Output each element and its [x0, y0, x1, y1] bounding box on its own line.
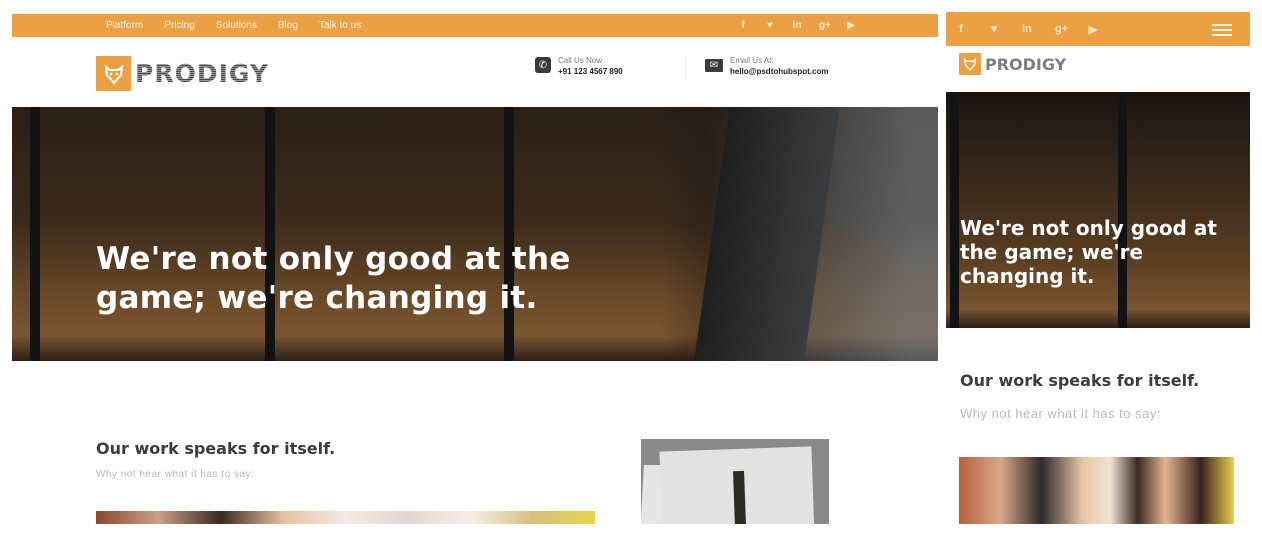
team-photo: [96, 511, 595, 524]
nav-talk-to-us[interactable]: Talk to us: [319, 20, 361, 31]
logo[interactable]: PRODIGY: [96, 56, 269, 91]
mobile-section-subtitle: Why not hear what it has to say:: [960, 406, 1161, 421]
menu-line: [1212, 34, 1232, 36]
hero-title-line: We're not only good at the: [96, 241, 571, 277]
linkedin-icon[interactable]: in: [792, 20, 802, 31]
twitter-icon[interactable]: ♥: [765, 20, 775, 31]
nav-platform[interactable]: Platform: [106, 20, 143, 31]
hero-image-detail: [30, 107, 40, 361]
mobile-logo[interactable]: PRODIGY: [959, 53, 1066, 75]
mobile-top-bar: f ♥ in g+ ▶: [946, 12, 1250, 46]
desktop-top-bar: Platform Pricing Solutions Blog Talk to …: [12, 14, 938, 37]
youtube-icon[interactable]: ▶: [846, 20, 856, 31]
email-label: Email Us At:: [730, 56, 774, 65]
tiger-icon: [96, 56, 131, 91]
facebook-icon[interactable]: f: [738, 20, 748, 31]
tiger-icon: [959, 53, 981, 75]
nav-pricing[interactable]: Pricing: [164, 20, 195, 31]
book-image: [641, 439, 829, 524]
hero-image-detail: [1118, 92, 1127, 328]
hero-image-detail: [265, 107, 275, 361]
logo-text: PRODIGY: [985, 54, 1067, 74]
logo-text: PRODIGY: [135, 59, 269, 88]
call-info[interactable]: ✆ Call Us Now +91 123 4567 890: [535, 55, 623, 78]
hero-title: We're not only good at the game; we're c…: [96, 240, 571, 318]
linkedin-icon[interactable]: in: [1022, 23, 1032, 35]
contact-divider: [685, 56, 686, 80]
social-links: f ♥ in g+ ▶: [738, 14, 873, 37]
hamburger-menu-icon[interactable]: [1212, 24, 1232, 36]
email-address[interactable]: hello@psdtohubspot.com: [730, 66, 828, 78]
mobile-team-photo: [959, 457, 1234, 524]
call-number[interactable]: +91 123 4567 890: [558, 66, 623, 78]
section-title: Our work speaks for itself.: [96, 439, 336, 458]
mobile-hero-banner: [946, 92, 1250, 328]
twitter-icon[interactable]: ♥: [989, 23, 999, 35]
hero-banner: [12, 107, 938, 361]
hero-title-line: the game; we're: [960, 240, 1144, 264]
nav-blog[interactable]: Blog: [278, 20, 298, 31]
call-label: Call Us Now: [558, 56, 603, 65]
menu-line: [1212, 24, 1232, 26]
mobile-hero-title: We're not only good at the game; we're c…: [960, 216, 1217, 288]
email-info[interactable]: ✉ Email Us At: hello@psdtohubspot.com: [705, 55, 828, 78]
mobile-social-links: f ♥ in g+ ▶: [956, 12, 1121, 46]
section-subtitle: Why not hear what it has to say:: [96, 469, 255, 480]
hero-image-detail: [950, 92, 959, 328]
facebook-icon[interactable]: f: [956, 23, 966, 35]
bookmark: [733, 470, 746, 524]
hero-title-line: changing it.: [960, 264, 1095, 288]
envelope-icon: ✉: [705, 59, 723, 72]
nav-solutions[interactable]: Solutions: [216, 20, 257, 31]
mobile-section-title: Our work speaks for itself.: [960, 371, 1200, 390]
hero-image-detail: [504, 107, 514, 361]
phone-icon: ✆: [535, 57, 551, 73]
google-plus-icon[interactable]: g+: [1055, 23, 1068, 35]
google-plus-icon[interactable]: g+: [819, 20, 831, 31]
hero-title-line: We're not only good at: [960, 216, 1217, 240]
menu-line: [1212, 29, 1232, 31]
hero-image-detail: [694, 107, 840, 361]
hero-title-line: game; we're changing it.: [96, 280, 538, 316]
top-nav: Platform Pricing Solutions Blog Talk to …: [106, 14, 382, 37]
youtube-icon[interactable]: ▶: [1088, 23, 1098, 36]
